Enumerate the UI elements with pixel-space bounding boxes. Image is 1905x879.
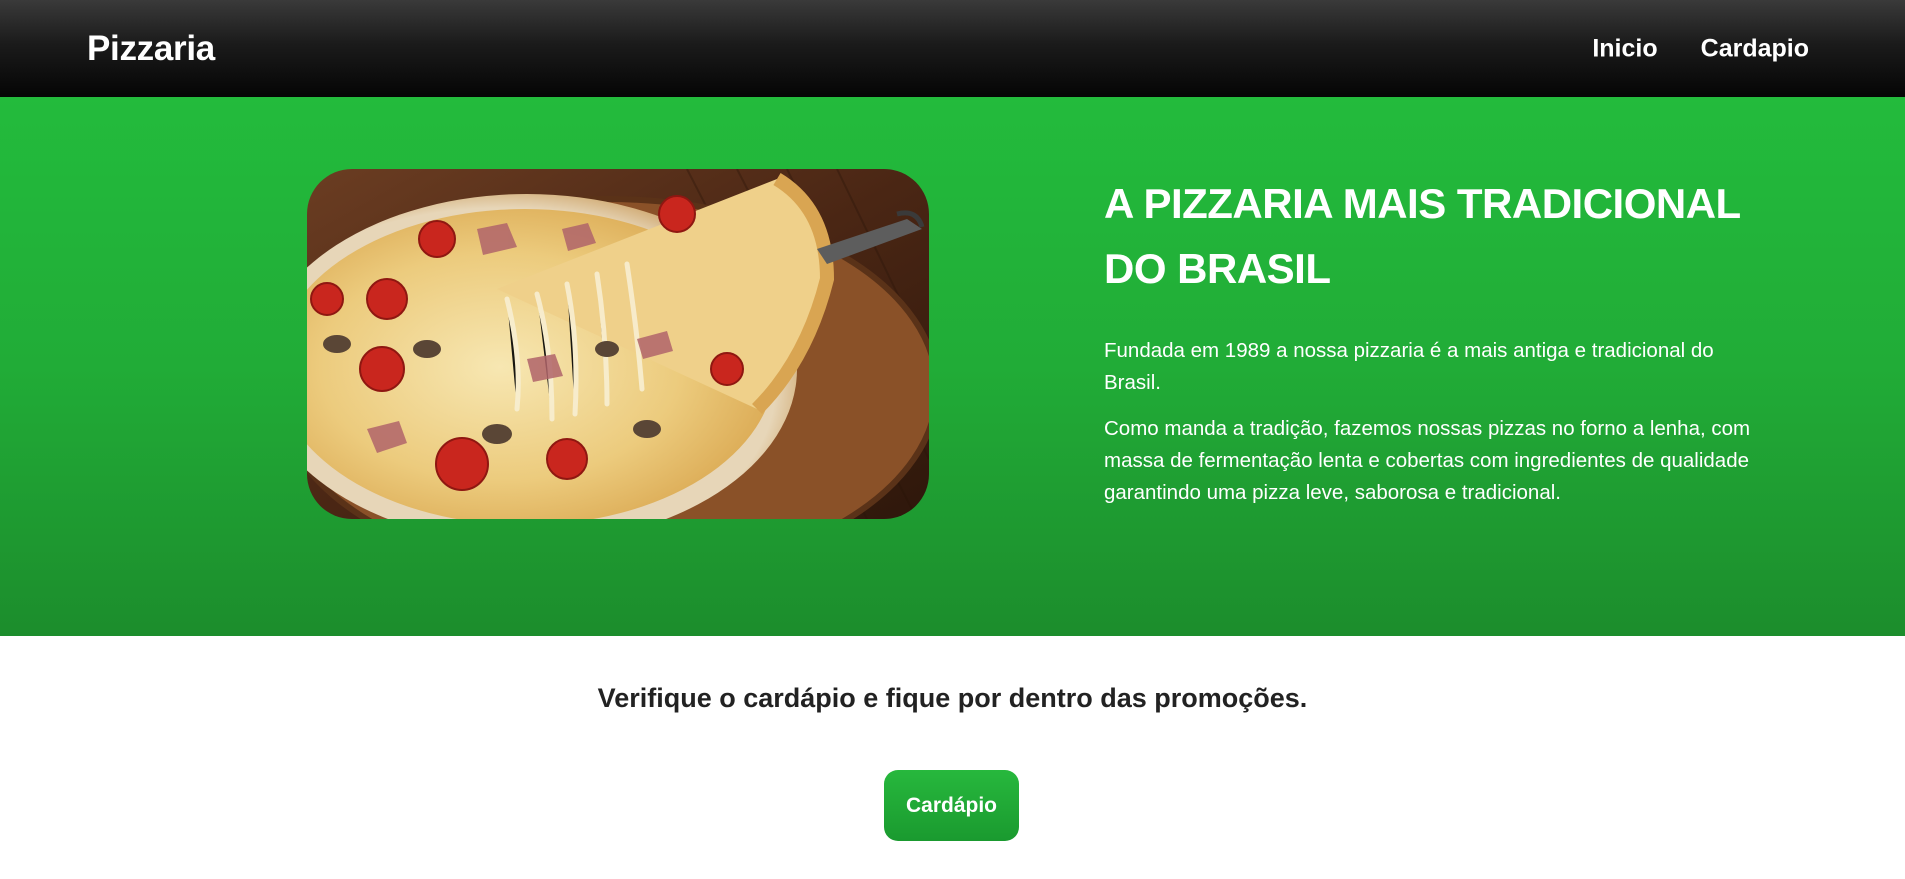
nav-link-cardapio[interactable]: Cardapio xyxy=(1701,34,1809,63)
hero-title: A PIZZARIA MAIS TRADICIONAL DO BRASIL xyxy=(1104,180,1740,292)
cardapio-button[interactable]: Cardápio xyxy=(884,770,1019,841)
navbar: Pizzaria Inicio Cardapio xyxy=(0,0,1905,97)
brand-logo-link[interactable]: Pizzaria xyxy=(87,29,215,69)
cta-section: Verifique o cardápio e fique por dentro … xyxy=(0,636,1905,879)
hero-paragraph-founded: Fundada em 1989 a nossa pizzaria é a mai… xyxy=(1104,339,1714,394)
nav-links: Inicio Cardapio xyxy=(1592,34,1809,63)
pizza-image xyxy=(307,169,929,519)
cta-heading: Verifique o cardápio e fique por dentro … xyxy=(597,683,1308,713)
nav-link-inicio[interactable]: Inicio xyxy=(1592,34,1657,63)
hero-section: A PIZZARIA MAIS TRADICIONAL DO BRASIL Fu… xyxy=(0,97,1905,636)
hero-text: A PIZZARIA MAIS TRADICIONAL DO BRASIL Fu… xyxy=(1104,171,1774,523)
hero-paragraph-tradition: Como manda a tradição, fazemos nossas pi… xyxy=(1104,417,1751,504)
pizza-illustration xyxy=(307,169,929,519)
